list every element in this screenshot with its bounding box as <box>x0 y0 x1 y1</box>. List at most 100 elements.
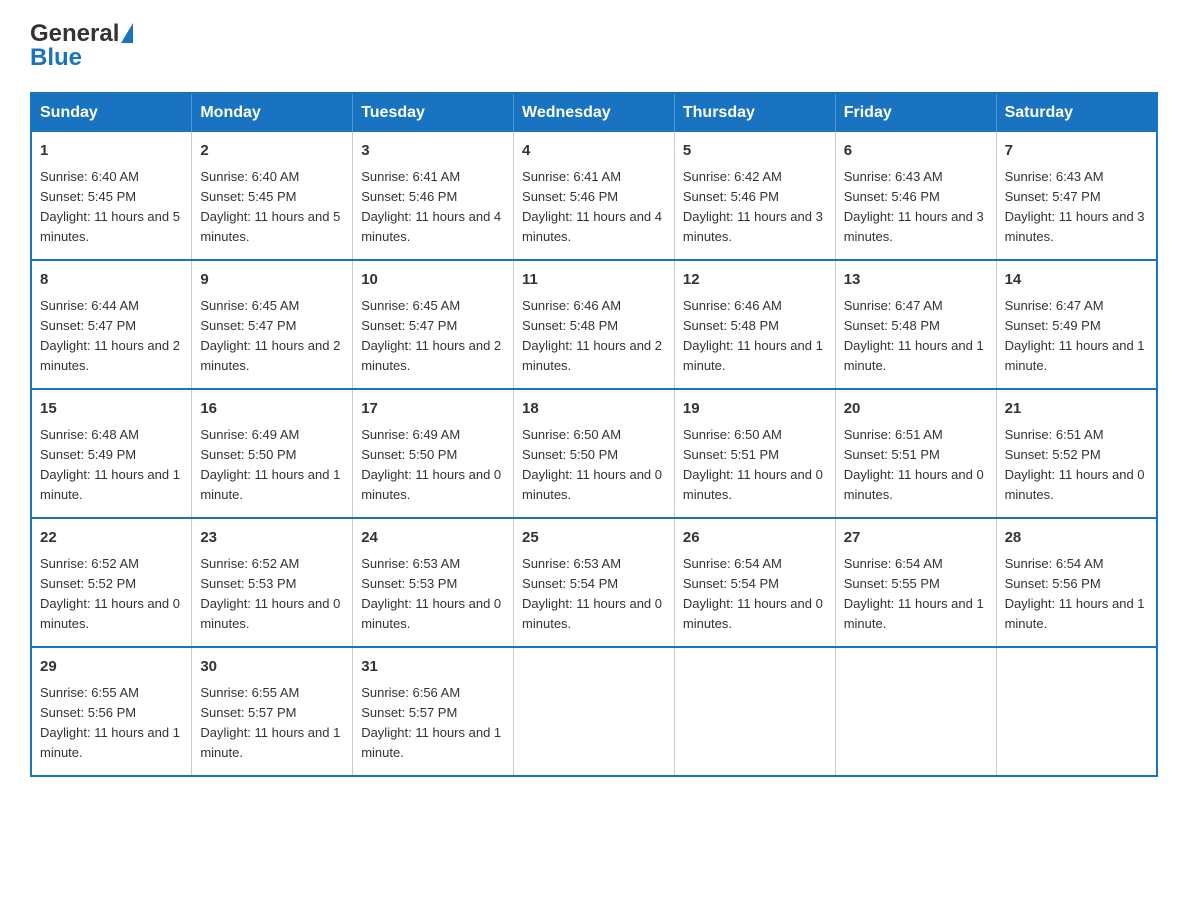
calendar-day-cell: 29 Sunrise: 6:55 AMSunset: 5:56 PMDaylig… <box>31 647 192 776</box>
day-info: Sunrise: 6:51 AMSunset: 5:52 PMDaylight:… <box>1005 427 1145 502</box>
day-number: 31 <box>361 656 505 679</box>
day-info: Sunrise: 6:54 AMSunset: 5:54 PMDaylight:… <box>683 556 823 631</box>
day-info: Sunrise: 6:45 AMSunset: 5:47 PMDaylight:… <box>200 298 340 373</box>
day-number: 2 <box>200 140 344 163</box>
day-of-week-header: Thursday <box>674 93 835 132</box>
day-info: Sunrise: 6:41 AMSunset: 5:46 PMDaylight:… <box>522 169 662 244</box>
day-of-week-header: Friday <box>835 93 996 132</box>
calendar-day-cell: 6 Sunrise: 6:43 AMSunset: 5:46 PMDayligh… <box>835 132 996 260</box>
calendar-day-cell: 20 Sunrise: 6:51 AMSunset: 5:51 PMDaylig… <box>835 389 996 518</box>
calendar-week-row: 29 Sunrise: 6:55 AMSunset: 5:56 PMDaylig… <box>31 647 1157 776</box>
day-number: 27 <box>844 527 988 550</box>
calendar-day-cell: 4 Sunrise: 6:41 AMSunset: 5:46 PMDayligh… <box>514 132 675 260</box>
day-of-week-header: Wednesday <box>514 93 675 132</box>
day-of-week-header: Monday <box>192 93 353 132</box>
calendar-day-cell <box>835 647 996 776</box>
day-number: 12 <box>683 269 827 292</box>
day-info: Sunrise: 6:56 AMSunset: 5:57 PMDaylight:… <box>361 685 501 760</box>
calendar-day-cell: 3 Sunrise: 6:41 AMSunset: 5:46 PMDayligh… <box>353 132 514 260</box>
day-number: 6 <box>844 140 988 163</box>
calendar-week-row: 22 Sunrise: 6:52 AMSunset: 5:52 PMDaylig… <box>31 518 1157 647</box>
calendar-day-cell: 2 Sunrise: 6:40 AMSunset: 5:45 PMDayligh… <box>192 132 353 260</box>
calendar-week-row: 15 Sunrise: 6:48 AMSunset: 5:49 PMDaylig… <box>31 389 1157 518</box>
calendar-day-cell <box>996 647 1157 776</box>
day-number: 17 <box>361 398 505 421</box>
calendar-week-row: 8 Sunrise: 6:44 AMSunset: 5:47 PMDayligh… <box>31 260 1157 389</box>
day-number: 18 <box>522 398 666 421</box>
day-info: Sunrise: 6:52 AMSunset: 5:52 PMDaylight:… <box>40 556 180 631</box>
day-number: 30 <box>200 656 344 679</box>
calendar-day-cell: 26 Sunrise: 6:54 AMSunset: 5:54 PMDaylig… <box>674 518 835 647</box>
logo-triangle-icon <box>121 23 133 43</box>
logo-blue-text: Blue <box>30 44 82 72</box>
day-info: Sunrise: 6:55 AMSunset: 5:57 PMDaylight:… <box>200 685 340 760</box>
day-info: Sunrise: 6:50 AMSunset: 5:50 PMDaylight:… <box>522 427 662 502</box>
calendar-day-cell: 22 Sunrise: 6:52 AMSunset: 5:52 PMDaylig… <box>31 518 192 647</box>
day-number: 4 <box>522 140 666 163</box>
day-of-week-header: Saturday <box>996 93 1157 132</box>
calendar-day-cell: 21 Sunrise: 6:51 AMSunset: 5:52 PMDaylig… <box>996 389 1157 518</box>
day-info: Sunrise: 6:40 AMSunset: 5:45 PMDaylight:… <box>40 169 180 244</box>
day-info: Sunrise: 6:43 AMSunset: 5:46 PMDaylight:… <box>844 169 984 244</box>
day-number: 11 <box>522 269 666 292</box>
day-info: Sunrise: 6:46 AMSunset: 5:48 PMDaylight:… <box>522 298 662 373</box>
day-number: 15 <box>40 398 183 421</box>
calendar-day-cell <box>514 647 675 776</box>
calendar-day-cell: 7 Sunrise: 6:43 AMSunset: 5:47 PMDayligh… <box>996 132 1157 260</box>
day-number: 25 <box>522 527 666 550</box>
calendar-day-cell: 27 Sunrise: 6:54 AMSunset: 5:55 PMDaylig… <box>835 518 996 647</box>
day-info: Sunrise: 6:50 AMSunset: 5:51 PMDaylight:… <box>683 427 823 502</box>
day-number: 9 <box>200 269 344 292</box>
day-number: 26 <box>683 527 827 550</box>
calendar-day-cell: 12 Sunrise: 6:46 AMSunset: 5:48 PMDaylig… <box>674 260 835 389</box>
day-info: Sunrise: 6:52 AMSunset: 5:53 PMDaylight:… <box>200 556 340 631</box>
calendar-table: SundayMondayTuesdayWednesdayThursdayFrid… <box>30 92 1158 777</box>
day-number: 29 <box>40 656 183 679</box>
day-info: Sunrise: 6:49 AMSunset: 5:50 PMDaylight:… <box>200 427 340 502</box>
day-info: Sunrise: 6:55 AMSunset: 5:56 PMDaylight:… <box>40 685 180 760</box>
calendar-day-cell: 9 Sunrise: 6:45 AMSunset: 5:47 PMDayligh… <box>192 260 353 389</box>
day-number: 10 <box>361 269 505 292</box>
calendar-day-cell: 30 Sunrise: 6:55 AMSunset: 5:57 PMDaylig… <box>192 647 353 776</box>
day-number: 5 <box>683 140 827 163</box>
day-of-week-header: Sunday <box>31 93 192 132</box>
calendar-day-cell: 24 Sunrise: 6:53 AMSunset: 5:53 PMDaylig… <box>353 518 514 647</box>
day-info: Sunrise: 6:47 AMSunset: 5:48 PMDaylight:… <box>844 298 984 373</box>
day-info: Sunrise: 6:45 AMSunset: 5:47 PMDaylight:… <box>361 298 501 373</box>
day-number: 16 <box>200 398 344 421</box>
day-number: 28 <box>1005 527 1148 550</box>
calendar-day-cell: 18 Sunrise: 6:50 AMSunset: 5:50 PMDaylig… <box>514 389 675 518</box>
day-number: 21 <box>1005 398 1148 421</box>
calendar-day-cell: 16 Sunrise: 6:49 AMSunset: 5:50 PMDaylig… <box>192 389 353 518</box>
day-number: 8 <box>40 269 183 292</box>
calendar-week-row: 1 Sunrise: 6:40 AMSunset: 5:45 PMDayligh… <box>31 132 1157 260</box>
day-info: Sunrise: 6:48 AMSunset: 5:49 PMDaylight:… <box>40 427 180 502</box>
day-of-week-header: Tuesday <box>353 93 514 132</box>
calendar-day-cell: 10 Sunrise: 6:45 AMSunset: 5:47 PMDaylig… <box>353 260 514 389</box>
calendar-day-cell: 15 Sunrise: 6:48 AMSunset: 5:49 PMDaylig… <box>31 389 192 518</box>
calendar-day-cell: 19 Sunrise: 6:50 AMSunset: 5:51 PMDaylig… <box>674 389 835 518</box>
calendar-day-cell <box>674 647 835 776</box>
calendar-day-cell: 5 Sunrise: 6:42 AMSunset: 5:46 PMDayligh… <box>674 132 835 260</box>
day-number: 23 <box>200 527 344 550</box>
day-info: Sunrise: 6:41 AMSunset: 5:46 PMDaylight:… <box>361 169 501 244</box>
day-info: Sunrise: 6:53 AMSunset: 5:54 PMDaylight:… <box>522 556 662 631</box>
logo: General Blue <box>30 20 133 72</box>
calendar-day-cell: 1 Sunrise: 6:40 AMSunset: 5:45 PMDayligh… <box>31 132 192 260</box>
day-info: Sunrise: 6:43 AMSunset: 5:47 PMDaylight:… <box>1005 169 1145 244</box>
calendar-day-cell: 8 Sunrise: 6:44 AMSunset: 5:47 PMDayligh… <box>31 260 192 389</box>
day-number: 19 <box>683 398 827 421</box>
day-info: Sunrise: 6:47 AMSunset: 5:49 PMDaylight:… <box>1005 298 1145 373</box>
day-info: Sunrise: 6:49 AMSunset: 5:50 PMDaylight:… <box>361 427 501 502</box>
calendar-day-cell: 13 Sunrise: 6:47 AMSunset: 5:48 PMDaylig… <box>835 260 996 389</box>
day-number: 24 <box>361 527 505 550</box>
day-number: 14 <box>1005 269 1148 292</box>
day-info: Sunrise: 6:40 AMSunset: 5:45 PMDaylight:… <box>200 169 340 244</box>
calendar-day-cell: 31 Sunrise: 6:56 AMSunset: 5:57 PMDaylig… <box>353 647 514 776</box>
day-info: Sunrise: 6:54 AMSunset: 5:56 PMDaylight:… <box>1005 556 1145 631</box>
calendar-day-cell: 11 Sunrise: 6:46 AMSunset: 5:48 PMDaylig… <box>514 260 675 389</box>
calendar-day-cell: 17 Sunrise: 6:49 AMSunset: 5:50 PMDaylig… <box>353 389 514 518</box>
calendar-header-row: SundayMondayTuesdayWednesdayThursdayFrid… <box>31 93 1157 132</box>
day-number: 22 <box>40 527 183 550</box>
day-number: 13 <box>844 269 988 292</box>
